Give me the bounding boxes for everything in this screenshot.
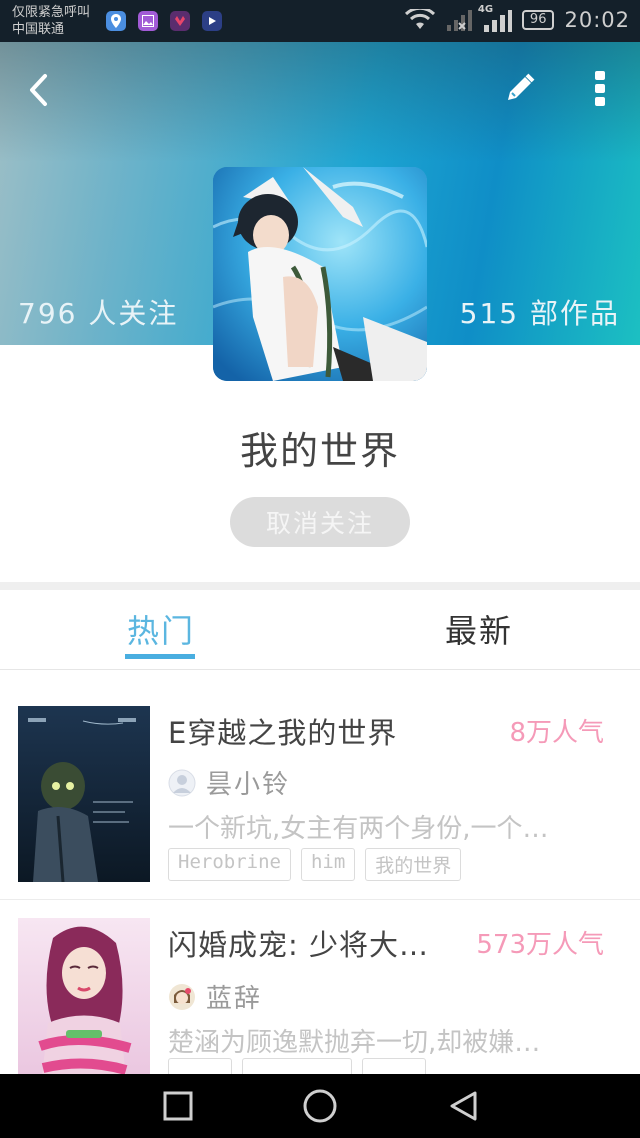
author-row[interactable]: 昙小铃 — [168, 764, 290, 801]
edit-button[interactable] — [500, 68, 540, 108]
popularity-count: 8万人气 — [509, 718, 604, 748]
battery-indicator: 96 — [521, 10, 555, 30]
video-app-icon — [202, 11, 222, 31]
author-row[interactable]: 蓝辞 — [168, 978, 262, 1015]
back-button[interactable] — [18, 70, 58, 110]
followers-count: 796 人关注 — [18, 297, 179, 330]
tag[interactable]: Herobrine — [168, 848, 291, 881]
signal-empty-icon — [446, 10, 472, 31]
carrier-line-2: 中国联通 — [12, 22, 65, 37]
carrier-text: 仅限紧急呼叫 中国联通 — [12, 4, 90, 38]
recent-apps-button[interactable] — [160, 1088, 196, 1124]
circle-icon — [303, 1089, 337, 1123]
book-cover-image — [18, 706, 150, 882]
square-icon — [163, 1091, 193, 1121]
tag[interactable]: 我的世界 — [365, 848, 462, 881]
book-description: 一个新坑,女主有两个身份,一个… — [168, 814, 549, 844]
home-button[interactable] — [302, 1088, 338, 1124]
huawei-app-icon — [170, 11, 190, 31]
notification-icons — [106, 11, 222, 31]
carrier-line-1: 仅限紧急呼叫 — [12, 5, 91, 20]
author-avatar — [169, 983, 195, 1010]
book-cover — [18, 706, 150, 882]
page-title: 我的世界 — [239, 429, 400, 473]
system-back-button[interactable] — [445, 1088, 481, 1124]
tag-list: Herobrine him 我的世界 — [168, 848, 462, 881]
triangle-back-icon — [450, 1091, 477, 1121]
works-count: 515 部作品 — [459, 297, 620, 330]
more-vertical-icon — [595, 71, 605, 106]
signal-4g-icon: 4G — [478, 4, 512, 32]
tab-bar: 热门 最新 — [0, 590, 640, 670]
status-indicators: 4G 96 20:02 — [404, 4, 630, 32]
pencil-icon — [508, 73, 535, 100]
author-name: 蓝辞 — [206, 984, 263, 1014]
section-divider — [0, 582, 640, 590]
unfollow-button[interactable]: 取消关注 — [230, 497, 410, 547]
book-list-item[interactable]: E穿越之我的世界 8万人气 昙小铃 一个新坑,女主有两个身份,一个… Herob… — [0, 690, 640, 900]
book-list-item[interactable]: 闪婚成宠: 少将大… 573万人气 蓝辞 楚涵为顾逸默抛弃一切,却被嫌… — [0, 902, 640, 1077]
gallery-app-icon — [138, 11, 158, 31]
tag[interactable]: him — [300, 848, 356, 881]
book-title: 闪婚成宠: 少将大… — [168, 928, 429, 962]
system-navigation-bar — [0, 1074, 640, 1138]
anime-character-image — [213, 167, 427, 381]
location-app-icon — [106, 11, 126, 31]
book-description: 楚涵为顾逸默抛弃一切,却被嫌… — [168, 1028, 541, 1058]
book-title: E穿越之我的世界 — [168, 716, 398, 750]
tab-latest[interactable]: 最新 — [445, 606, 513, 652]
status-bar: 仅限紧急呼叫 中国联通 4G 96 20:02 — [0, 0, 640, 42]
profile-avatar — [213, 167, 427, 381]
more-button[interactable] — [582, 66, 618, 110]
author-name: 昙小铃 — [206, 770, 291, 800]
wifi-icon — [404, 9, 435, 29]
book-cover-image — [18, 918, 150, 1077]
book-cover — [18, 918, 150, 1077]
popularity-count: 573万人气 — [476, 930, 604, 960]
clock: 20:02 — [564, 8, 630, 32]
back-chevron-icon — [30, 74, 47, 106]
tab-hot[interactable]: 热门 — [127, 606, 195, 652]
active-tab-indicator — [125, 654, 195, 659]
author-avatar — [168, 769, 196, 796]
